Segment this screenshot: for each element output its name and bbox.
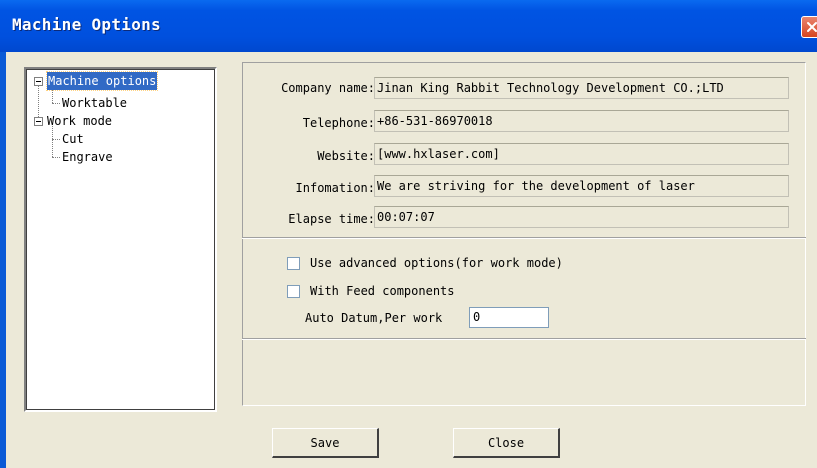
auto-datum-label: Auto Datum,Per work (305, 311, 443, 325)
close-button[interactable]: Close (453, 428, 560, 458)
tree-connector (52, 126, 53, 157)
section-divider (242, 338, 806, 340)
tree-connector (52, 90, 53, 103)
collapse-icon[interactable] (34, 77, 43, 86)
tree-item-label: Work mode (47, 114, 113, 128)
elapse-time-label: Elapse time: (288, 212, 375, 226)
tree-connector (52, 103, 60, 104)
title-bar[interactable]: Machine Options (0, 0, 817, 52)
website-label: Website: (317, 149, 375, 163)
information-label: Infomation: (295, 181, 375, 195)
feed-components-checkbox-row[interactable]: With Feed components (287, 283, 455, 299)
advanced-options-label: Use advanced options(for work mode) (310, 256, 563, 270)
tree-item-label: Cut (62, 132, 84, 146)
feed-components-checkbox[interactable] (287, 284, 300, 298)
advanced-options-checkbox[interactable] (287, 256, 300, 270)
auto-datum-input[interactable]: 0 (469, 307, 549, 328)
tree-item-label: Machine options (45, 71, 159, 91)
tree-item-label: Worktable (62, 96, 128, 110)
information-field: We are striving for the development of l… (374, 175, 789, 197)
options-tree[interactable]: Machine options Worktable Work mode Cut … (24, 67, 217, 412)
close-icon (807, 22, 817, 32)
tree-connector (52, 157, 60, 158)
section-divider (242, 237, 806, 239)
telephone-field: +86-531-86970018 (374, 110, 789, 132)
tree-connector (52, 139, 60, 140)
company-name-field: Jinan King Rabbit Technology Development… (374, 77, 789, 99)
tree-item-label: Engrave (62, 150, 113, 164)
close-window-button[interactable] (801, 16, 817, 38)
website-field: [www.hxlaser.com] (374, 143, 789, 165)
window-title: Machine Options (12, 15, 161, 34)
telephone-label: Telephone: (302, 116, 375, 130)
elapse-time-field: 00:07:07 (374, 206, 789, 228)
company-name-label: Company name: (281, 81, 375, 95)
advanced-options-checkbox-row[interactable]: Use advanced options(for work mode) (287, 255, 563, 271)
collapse-icon[interactable] (34, 117, 43, 126)
save-button[interactable]: Save (272, 428, 379, 458)
tree-connector (38, 85, 39, 121)
feed-components-label: With Feed components (310, 284, 455, 298)
